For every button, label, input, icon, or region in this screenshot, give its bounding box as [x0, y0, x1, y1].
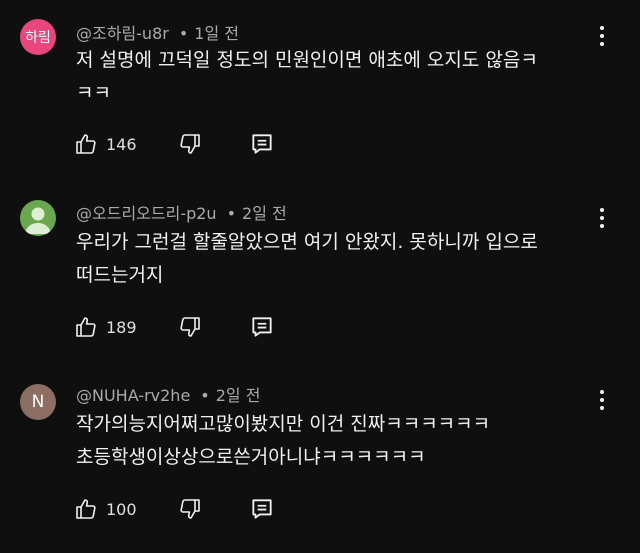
comment-actions: 146 — [72, 130, 276, 158]
default-person-icon — [25, 207, 51, 234]
comment-text: 작가의능지어쩌고많이봤지만 이건 진짜ㅋㅋㅋㅋㅋㅋ 초등학생이상상으로쓴거아니냐… — [76, 408, 606, 474]
comment-text: 우리가 그런걸 할줄알았으면 여기 안왔지. 못하니까 입으로 떠드는거지 — [76, 226, 606, 292]
comment-author[interactable]: @오드리오드리-p2u — [76, 204, 217, 223]
avatar[interactable]: N — [20, 384, 56, 420]
comment-author[interactable]: @조하림-u8r — [76, 24, 169, 43]
avatar[interactable]: 하림 — [20, 19, 56, 55]
thumbs-down-icon[interactable] — [176, 130, 204, 158]
comment-time[interactable]: 1일 전 — [194, 24, 239, 43]
comment-meta: @조하림-u8r • 1일 전 — [76, 20, 239, 44]
comment-text-line: 우리가 그런걸 할줄알았으면 여기 안왔지. 못하니까 입으로 — [76, 231, 538, 253]
comment-text-line: 초등학생이상상으로쓴거아니냐ㅋㅋㅋㅋㅋㅋ — [76, 446, 426, 468]
comment-actions: 100 — [72, 495, 276, 523]
comment-text-line: 작가의능지어쩌고많이봤지만 이건 진짜ㅋㅋㅋㅋㅋㅋ — [76, 413, 491, 435]
comment-time[interactable]: 2일 전 — [216, 386, 261, 405]
thumbs-up-icon[interactable] — [72, 313, 100, 341]
like-count: 189 — [106, 317, 137, 337]
separator-dot: • — [200, 386, 210, 405]
avatar[interactable] — [20, 200, 56, 236]
thumbs-up-icon[interactable] — [72, 495, 100, 523]
separator-dot: • — [178, 24, 189, 43]
comment-text-line: 저 설명에 끄덕일 정도의 민원인이면 애초에 오지도 않음ㅋ — [76, 49, 538, 71]
separator-dot: • — [226, 204, 237, 223]
comment-item: @오드리오드리-p2u • 2일 전 우리가 그런걸 할줄알았으면 여기 안왔지. … — [0, 180, 640, 360]
comment-text-line: ㅋㅋ — [76, 82, 111, 104]
reply-comment-icon[interactable] — [248, 130, 276, 158]
thumbs-down-icon[interactable] — [176, 495, 204, 523]
comment-text-line: 떠드는거지 — [76, 264, 164, 286]
avatar-initials: 하림 — [25, 30, 51, 46]
comment-item: 하림 @조하림-u8r • 1일 전 저 설명에 끄덕일 정도의 민원인이면 애초에… — [0, 0, 640, 180]
thumbs-down-icon[interactable] — [176, 313, 204, 341]
reply-comment-icon[interactable] — [248, 313, 276, 341]
avatar-initials: N — [31, 392, 45, 412]
reply-comment-icon[interactable] — [248, 495, 276, 523]
comment-item: N @NUHA-rv2he • 2일 전 작가의능지어쩌고많이봤지만 이건 진짜ㅋㅋ… — [0, 360, 640, 553]
comment-text: 저 설명에 끄덕일 정도의 민원인이면 애초에 오지도 않음ㅋ ㅋㅋ — [76, 44, 606, 110]
comment-actions: 189 — [72, 313, 276, 341]
comment-meta: @오드리오드리-p2u • 2일 전 — [76, 200, 287, 224]
comment-meta: @NUHA-rv2he • 2일 전 — [76, 382, 260, 406]
comment-author[interactable]: @NUHA-rv2he — [76, 386, 190, 405]
like-count: 100 — [106, 499, 137, 519]
thumbs-up-icon[interactable] — [72, 130, 100, 158]
like-count: 146 — [106, 134, 137, 154]
comment-time[interactable]: 2일 전 — [242, 204, 287, 223]
